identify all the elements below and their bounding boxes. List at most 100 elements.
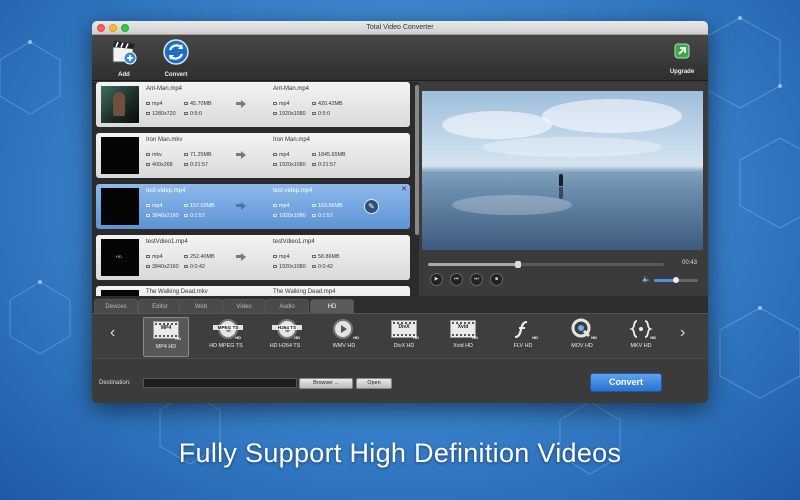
category-tabs: Devices Editor Web Video Audio HD <box>92 296 708 313</box>
file-icon <box>312 255 316 258</box>
flash-icon: HD <box>510 318 538 340</box>
close-window-button[interactable] <box>97 24 105 32</box>
add-label: Add <box>118 72 130 78</box>
output-format-value: mp4 <box>279 254 290 260</box>
chevron-left-icon[interactable]: ‹ <box>110 324 115 342</box>
zoom-window-button[interactable] <box>121 24 129 32</box>
chevron-right-icon[interactable]: › <box>680 324 685 342</box>
playback-time: 00:43 <box>681 260 697 266</box>
mpeg-ts-icon-text: MPEG TS <box>213 325 243 330</box>
source-format: mp4 <box>146 101 163 107</box>
source-resolution: 3840x2160 <box>146 213 179 219</box>
source-format: mp4 <box>146 203 163 209</box>
format-wmv-hd[interactable]: HD WMV HD <box>321 317 367 357</box>
tab-video[interactable]: Video <box>222 299 266 313</box>
volume-handle[interactable] <box>673 277 679 283</box>
format-divx-hd[interactable]: DivX HD DivX HD <box>381 317 427 357</box>
monitor-icon <box>146 265 150 268</box>
source-duration-value: 0:0:42 <box>190 264 205 270</box>
format-xvid-hd[interactable]: Xvid HD Xvid HD <box>440 317 486 357</box>
output-size: 420.42MB <box>312 101 343 107</box>
destination-label: Destination: <box>99 380 131 386</box>
source-size: 45.70MB <box>184 101 212 107</box>
format-mp4-hd[interactable]: MP4 HD MP4 HD <box>143 317 189 357</box>
source-duration-value: 0:21:57 <box>190 162 208 168</box>
upgrade-button[interactable]: Upgrade <box>664 43 700 75</box>
file-item-iron-man[interactable]: Iron Man.mkv mkv 71.25MB 400x268 0:21:57… <box>96 133 410 178</box>
format-mov-hd[interactable]: HD MOV HD <box>559 317 605 357</box>
stop-button[interactable]: ■ <box>490 273 503 286</box>
seek-bar[interactable] <box>428 261 664 268</box>
file-list: Ant-Man.mp4 mp4 45.70MB 1280x720 0:5:0 A… <box>92 82 419 296</box>
tab-editor[interactable]: Editor <box>138 299 182 313</box>
tab-audio[interactable]: Audio <box>265 299 309 313</box>
file-list-scrollbar[interactable] <box>415 85 419 235</box>
format-carousel: ‹ MP4 HD MP4 HD MPEG TS HD HD MPEG TS H264… <box>92 313 708 358</box>
play-button[interactable]: ▶ <box>430 273 443 286</box>
browse-button[interactable]: Browser ... <box>299 378 353 389</box>
convert-toolbar-label: Convert <box>164 72 188 78</box>
output-size-value: 1845.65MB <box>318 152 346 158</box>
tab-devices[interactable]: Devices <box>94 299 138 313</box>
convert-arrow-icon <box>236 151 246 159</box>
file-icon <box>184 153 188 156</box>
format-hd-h264-ts[interactable]: H264 TS HD HD H264 TS <box>262 317 308 357</box>
minimize-window-button[interactable] <box>109 24 117 32</box>
film-icon <box>273 204 277 207</box>
mkv-icon: HD <box>628 318 656 340</box>
destination-path-field[interactable] <box>143 378 297 388</box>
output-resolution: 1920x1080 <box>273 111 306 117</box>
file-icon <box>184 255 188 258</box>
upgrade-label: Upgrade <box>669 69 695 75</box>
convert-arrow-icon <box>236 202 246 210</box>
add-clapperboard-icon <box>112 41 137 65</box>
monitor-icon <box>146 163 150 166</box>
volume-icon[interactable]: 🔈 <box>642 275 651 283</box>
output-duration: 0:1:57 <box>312 213 333 219</box>
h264-ts-icon-text: H264 TS <box>272 325 302 330</box>
format-label: FLV HD <box>513 343 533 349</box>
file-icon <box>184 102 188 105</box>
source-resolution: 3840x2160 <box>146 264 179 270</box>
open-button[interactable]: Open <box>356 378 392 389</box>
format-hd-mpeg-ts[interactable]: MPEG TS HD HD MPEG TS <box>203 317 249 357</box>
tab-hd[interactable]: HD <box>310 299 354 313</box>
person-silhouette <box>559 174 563 186</box>
convert-toolbar-button[interactable]: Convert <box>158 38 194 78</box>
tab-web[interactable]: Web <box>179 299 223 313</box>
format-flv-hd[interactable]: HD FLV HD <box>500 317 546 357</box>
skip-back-button[interactable]: ⏮ <box>450 273 463 286</box>
monitor-icon <box>273 112 277 115</box>
source-duration: 0:21:57 <box>184 162 208 168</box>
output-format: mp4 <box>273 152 290 158</box>
skip-forward-button[interactable]: ⏭ <box>470 273 483 286</box>
output-format: mp4 <box>273 254 290 260</box>
file-item-walking-dead[interactable]: The Walking Dead.mkv The Walking Dead.mp… <box>96 286 410 296</box>
monitor-icon <box>273 214 277 217</box>
output-file-name: Ant-Man.mp4 <box>273 86 310 92</box>
mpeg-ts-disc-icon: MPEG TS HD <box>213 318 243 340</box>
format-mkv-hd[interactable]: HD MKV HD <box>618 317 664 357</box>
format-label: WMV HD <box>332 343 356 349</box>
source-duration: 0:1:57 <box>184 213 205 219</box>
clock-icon <box>312 214 316 217</box>
convert-button[interactable]: Convert <box>590 373 662 392</box>
file-item-test-videp[interactable]: test-videp.mp4 mp4 157.03MB 3840x2160 0:… <box>96 184 410 229</box>
edit-pencil-button[interactable]: ✎ <box>364 199 379 214</box>
output-format-value: mp4 <box>279 101 290 107</box>
add-button[interactable]: Add <box>106 38 142 78</box>
file-icon <box>312 102 316 105</box>
source-duration: 0:5:0 <box>184 111 202 117</box>
output-file-name: testVdieo1.mp4 <box>273 239 315 245</box>
video-thumbnail <box>101 137 139 174</box>
remove-item-close-icon[interactable]: ✕ <box>401 185 407 193</box>
quicktime-icon: HD <box>569 318 597 340</box>
file-item-ant-man[interactable]: Ant-Man.mp4 mp4 45.70MB 1280x720 0:5:0 A… <box>96 82 410 127</box>
output-size: 163.96MB <box>312 203 343 209</box>
volume-slider[interactable] <box>654 277 698 283</box>
file-item-testvdieo1[interactable]: testVdieo1.mp4 mp4 252.40MB 3840x2160 0:… <box>96 235 410 280</box>
monitor-icon <box>273 265 277 268</box>
format-label: MKV HD <box>630 343 652 349</box>
source-size-value: 157.03MB <box>190 203 215 209</box>
seek-handle[interactable] <box>514 261 521 268</box>
